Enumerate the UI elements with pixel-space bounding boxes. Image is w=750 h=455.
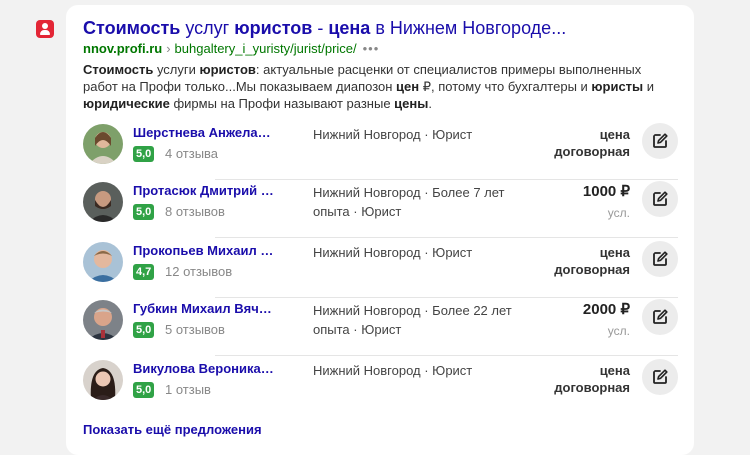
snippet-part: цен [396,79,420,94]
write-message-button[interactable] [642,241,678,277]
snippet-part: Стоимость [83,62,154,77]
specialist-name-link[interactable]: Губкин Михаил Вяч… [133,301,283,316]
rating-badge: 5,0 [133,322,155,338]
title-part: цена [328,18,371,38]
edit-icon [653,251,668,266]
specialist-meta: Нижний Новгород · Более 22 лет опыта · Ю… [313,303,512,337]
reviews-count[interactable]: 1 отзыв [165,382,211,398]
reviews-count[interactable]: 12 отзывов [165,264,232,280]
specialist-name-link[interactable]: Протасюк Дмитрий … [133,183,283,198]
title-part: - [312,18,329,38]
breadcrumb-separator: › [166,41,171,56]
specialist-name-link[interactable]: Викулова Вероника… [133,361,283,376]
write-message-button[interactable] [642,299,678,335]
specialist-meta: Нижний Новгород · Юрист [313,127,473,142]
title-part: в Нижнем Новгороде... [370,18,567,38]
price-sub: договорная [554,144,630,159]
price-main: цена [599,245,630,260]
snippet-part: юристов [199,62,256,77]
reviews-count[interactable]: 4 отзыва [165,146,218,162]
result-domain-link[interactable]: nnov.profi.ru [83,41,162,56]
result-title-link[interactable]: Стоимость услуг юристов - цена в Нижнем … [83,16,683,40]
show-more-offers-link[interactable]: Показать ещё предложения [83,422,262,437]
write-message-button[interactable] [642,181,678,217]
specialist-meta: Нижний Новгород · Юрист [313,363,473,378]
snippet-part: цены [394,96,429,111]
snippet-part: юристы [591,79,644,94]
write-message-button[interactable] [642,359,678,395]
result-url: nnov.profi.ru › buhgaltery_i_yuristy/juris… [83,41,379,57]
specialist-row[interactable]: Протасюк Дмитрий … 5,0 8 отзывов Нижний … [83,180,678,238]
avatar[interactable] [83,242,123,282]
avatar[interactable] [83,300,123,340]
avatar[interactable] [83,124,123,164]
rating-badge: 5,0 [133,382,155,398]
price-sub: договорная [554,380,630,395]
row-divider [215,237,678,238]
edit-icon [653,369,668,384]
avatar[interactable] [83,360,123,400]
row-divider [215,355,678,356]
edit-icon [653,133,668,148]
specialist-meta: Нижний Новгород · Более 7 лет опыта · Юр… [313,185,505,219]
site-favicon-icon [36,20,54,38]
specialist-row[interactable]: Губкин Михаил Вяч… 5,0 5 отзывов Нижний … [83,298,678,356]
avatar[interactable] [83,182,123,222]
specialist-row[interactable]: Прокопьев Михаил … 4,7 12 отзывов Нижний… [83,240,678,298]
edit-icon [653,191,668,206]
rating-badge: 5,0 [133,204,155,220]
price-main: цена [599,127,630,142]
reviews-count[interactable]: 5 отзывов [165,322,225,338]
specialist-name-link[interactable]: Шерстнева Анжела… [133,125,283,140]
price-main: 1000 ₽ [582,183,630,200]
price-sub: договорная [554,262,630,277]
snippet-part: юридические [83,96,170,111]
snippet-part: услуги [153,62,200,77]
reviews-count[interactable]: 8 отзывов [165,204,225,220]
snippet-part: и [643,79,655,94]
rating-badge: 5,0 [133,146,155,162]
snippet-part: ₽, потому что бухгалтеры и [419,79,592,94]
title-part: услуг [180,18,235,38]
rating-badge: 4,7 [133,264,155,280]
specialist-meta: Нижний Новгород · Юрист [313,245,473,260]
write-message-button[interactable] [642,123,678,159]
result-path-link[interactable]: buhgaltery_i_yuristy/jurist/price/ [175,41,357,56]
specialist-name-link[interactable]: Прокопьев Михаил … [133,243,283,258]
title-part: Стоимость [83,18,181,38]
snippet-part: . [428,96,432,111]
title-part: юристов [234,18,313,38]
edit-icon [653,309,668,324]
more-options-icon[interactable]: ••• [363,41,380,56]
price-sub: усл. [607,206,630,220]
snippet-part: фирмы на Профи называют разные [169,96,395,111]
specialist-row[interactable]: Шерстнева Анжела… 5,0 4 отзыва Нижний Но… [83,122,678,180]
price-main: цена [599,363,630,378]
result-snippet: Стоимость услуги юристов: актуальные рас… [83,61,673,112]
price-sub: усл. [607,324,630,338]
specialist-row[interactable]: Викулова Вероника… 5,0 1 отзыв Нижний Но… [83,358,678,416]
price-main: 2000 ₽ [582,301,630,318]
